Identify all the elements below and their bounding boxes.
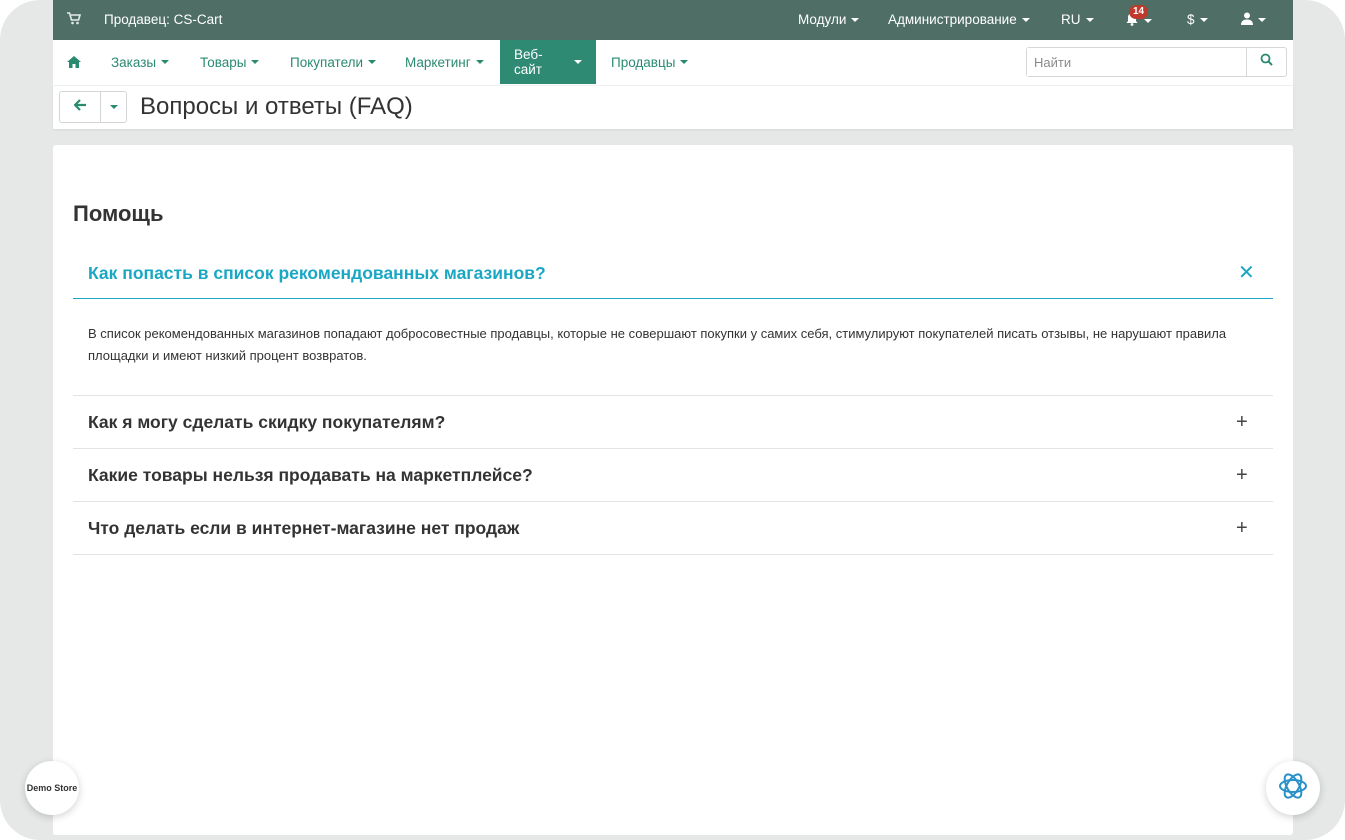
plus-icon[interactable]: +: [1236, 465, 1270, 485]
nav-item-customers[interactable]: Покупатели: [290, 40, 377, 84]
divider: [73, 395, 1273, 396]
section-title: Помощь: [73, 201, 164, 226]
chevron-down-icon: [161, 60, 170, 64]
notifications-badge: 14: [1129, 5, 1149, 19]
main-nav: Заказы Товары Покупатели Маркетинг Веб-с…: [53, 40, 1293, 85]
demo-store-button[interactable]: Demo Store: [25, 761, 79, 815]
cart-icon[interactable]: [67, 12, 82, 26]
chevron-down-icon: [851, 17, 860, 22]
modules-label: Модули: [798, 12, 847, 27]
chevron-down-icon: [1199, 17, 1208, 22]
home-icon[interactable]: [67, 40, 81, 84]
language-label: RU: [1061, 12, 1081, 27]
language-menu[interactable]: RU: [1061, 12, 1094, 27]
nav-item-orders[interactable]: Заказы: [111, 40, 170, 84]
faq-panel: Помощь Как попасть в список рекомендован…: [53, 145, 1293, 835]
divider: [73, 298, 1273, 299]
modules-menu[interactable]: Модули: [798, 12, 860, 27]
nav-item-website[interactable]: Веб-сайт: [500, 40, 596, 84]
search-box: [1026, 47, 1287, 77]
back-button-group: [59, 91, 127, 123]
faq-question[interactable]: Что делать если в интернет-магазине нет …: [88, 518, 519, 539]
nav-item-label: Веб-сайт: [514, 47, 543, 77]
nav-item-label: Покупатели: [290, 54, 364, 70]
chevron-down-icon: [475, 60, 484, 64]
chevron-down-icon: [368, 60, 377, 64]
faq-question[interactable]: Как попасть в список рекомендованных маг…: [88, 263, 546, 284]
faq-question[interactable]: Какие товары нельзя продавать на маркетп…: [88, 465, 533, 486]
nav-item-marketing[interactable]: Маркетинг: [405, 40, 484, 84]
assistant-button[interactable]: [1266, 761, 1320, 815]
nav-item-products[interactable]: Товары: [200, 40, 260, 84]
administration-menu[interactable]: Администрирование: [888, 12, 1030, 27]
demo-store-label: Demo Store: [26, 783, 78, 793]
back-button[interactable]: [60, 92, 101, 122]
currency-menu[interactable]: $: [1187, 12, 1208, 27]
divider: [73, 554, 1273, 555]
faq-question[interactable]: Как я могу сделать скидку покупателям?: [88, 412, 445, 433]
chevron-down-icon: [1144, 18, 1152, 23]
history-dropdown-button[interactable]: [101, 92, 126, 122]
page-header: Вопросы и ответы (FAQ): [53, 85, 1293, 129]
chevron-down-icon: [1021, 17, 1030, 22]
administration-label: Администрирование: [888, 12, 1017, 27]
user-icon: [1241, 12, 1253, 28]
arrow-left-icon: [72, 98, 87, 116]
nav-item-label: Товары: [200, 54, 247, 70]
currency-label: $: [1187, 12, 1195, 27]
close-icon[interactable]: ✕: [1238, 263, 1270, 283]
chevron-down-icon: [109, 105, 118, 109]
app-frame: Продавец: CS-Cart Модули Администрирован…: [0, 0, 1345, 840]
nav-item-vendors[interactable]: Продавцы: [611, 40, 689, 84]
user-menu[interactable]: [1241, 12, 1266, 28]
top-bar: Продавец: CS-Cart Модули Администрирован…: [53, 0, 1293, 40]
page-title: Вопросы и ответы (FAQ): [140, 93, 413, 120]
chevron-down-icon: [680, 60, 689, 64]
search-button[interactable]: [1246, 48, 1286, 76]
chevron-down-icon: [1258, 18, 1266, 22]
plus-icon[interactable]: +: [1236, 518, 1270, 538]
nav-item-label: Маркетинг: [405, 54, 471, 70]
divider: [73, 448, 1273, 449]
nav-item-label: Продавцы: [611, 54, 676, 70]
chevron-down-icon: [1085, 17, 1094, 22]
faq-answer: В список рекомендованных магазинов попад…: [88, 326, 1227, 363]
search-input[interactable]: [1027, 48, 1246, 76]
search-icon: [1260, 53, 1273, 71]
divider: [73, 501, 1273, 502]
chevron-down-icon: [251, 60, 260, 64]
vendor-name[interactable]: Продавец: CS-Cart: [104, 12, 222, 27]
nav-item-label: Заказы: [111, 54, 157, 70]
chevron-down-icon: [574, 60, 582, 64]
assistant-icon: [1276, 769, 1310, 808]
plus-icon[interactable]: +: [1236, 412, 1270, 432]
